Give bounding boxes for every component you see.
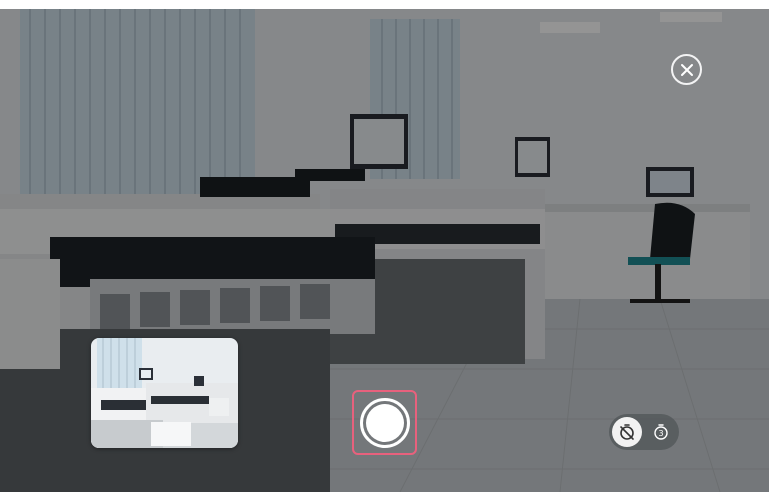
thumbnail-image <box>91 338 238 448</box>
timer-3-icon: 3 <box>654 424 668 440</box>
timer-selector: 3 <box>609 414 679 450</box>
close-icon <box>680 63 693 76</box>
timer-3-label: 3 <box>658 429 663 438</box>
close-button[interactable] <box>671 54 702 85</box>
shutter-button[interactable] <box>360 398 410 448</box>
camera-viewfinder: 3 <box>0 9 769 492</box>
timer-off-option[interactable] <box>612 417 642 447</box>
timer-3-option[interactable]: 3 <box>646 417 676 447</box>
timer-off-icon <box>620 424 634 440</box>
last-photo-thumbnail[interactable] <box>91 338 238 448</box>
shutter-inner-circle <box>366 404 404 442</box>
